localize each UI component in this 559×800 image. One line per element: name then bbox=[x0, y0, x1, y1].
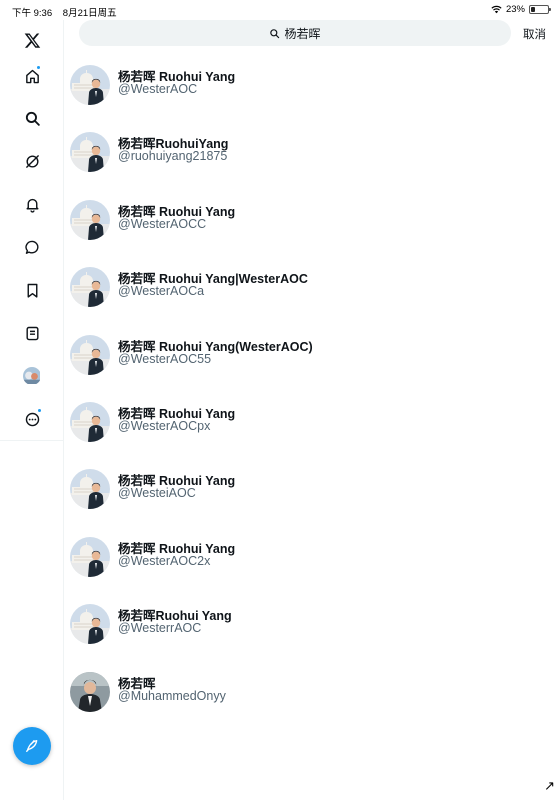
user-handle: @WesterAOC bbox=[118, 82, 198, 96]
lists-icon[interactable] bbox=[16, 317, 48, 349]
search-input[interactable]: 杨若晖 bbox=[79, 20, 511, 46]
user-avatar[interactable] bbox=[70, 267, 110, 308]
battery-icon bbox=[529, 5, 551, 14]
search-result-row[interactable]: 杨若晖 @MuhammedOnyy bbox=[64, 659, 559, 726]
user-handle: @ruohuiyang21875 bbox=[118, 149, 228, 164]
grok-icon[interactable] bbox=[16, 145, 48, 177]
wifi-icon bbox=[491, 5, 502, 14]
user-avatar[interactable] bbox=[70, 469, 110, 510]
compose-button[interactable] bbox=[13, 727, 51, 765]
search-icon bbox=[270, 28, 280, 38]
messages-icon[interactable] bbox=[16, 231, 48, 263]
user-avatar[interactable] bbox=[70, 334, 110, 375]
profile-avatar[interactable] bbox=[16, 360, 48, 392]
search-query: 杨若晖 bbox=[284, 26, 321, 41]
search-result-row[interactable]: 杨若晖 Ruohui Yang @WesterAOCC bbox=[64, 187, 559, 254]
user-handle: @WesterAOCa bbox=[118, 284, 205, 299]
more-notification-dot bbox=[37, 408, 42, 413]
user-handle: @WesterAOC55 bbox=[118, 351, 212, 366]
user-handle: @WesteiAOC bbox=[118, 486, 196, 501]
cancel-button[interactable]: 取消 bbox=[523, 26, 546, 42]
search-result-row[interactable]: 杨若晖 Ruohui Yang @WesterAOC2x bbox=[64, 524, 559, 591]
status-date: 8月21日周五 bbox=[62, 8, 117, 19]
user-avatar[interactable] bbox=[70, 671, 110, 712]
user-handle: @WesterAOCpx bbox=[118, 418, 211, 433]
search-result-row[interactable]: 杨若晖 Ruohui Yang @WesterAOC bbox=[64, 52, 559, 119]
user-handle: @WesterAOC2x bbox=[118, 553, 211, 568]
home-icon[interactable] bbox=[16, 60, 48, 92]
sidebar-divider bbox=[0, 440, 64, 441]
search-result-row[interactable]: 杨若晖RuohuiYang @ruohuiyang21875 bbox=[64, 119, 559, 186]
user-handle: @MuhammedOnyy bbox=[118, 688, 226, 703]
user-avatar[interactable] bbox=[70, 401, 110, 442]
x-logo-icon[interactable] bbox=[16, 24, 48, 56]
home-notification-dot bbox=[36, 65, 41, 70]
user-avatar[interactable] bbox=[70, 65, 110, 105]
search-icon[interactable] bbox=[16, 102, 48, 134]
user-avatar[interactable] bbox=[70, 604, 110, 645]
search-result-row[interactable]: 杨若晖 Ruohui Yang(WesterAOC) @WesterAOC55 bbox=[64, 322, 559, 389]
battery-percent: 23% bbox=[505, 4, 525, 15]
bookmark-icon[interactable] bbox=[16, 274, 48, 306]
user-handle: @WesterAOCC bbox=[118, 216, 207, 231]
status-time: 下午 9:36 bbox=[12, 8, 53, 19]
battery-level bbox=[531, 7, 535, 12]
user-handle: @WesterrAOC bbox=[118, 621, 202, 636]
user-avatar[interactable] bbox=[70, 536, 110, 577]
bell-icon[interactable] bbox=[16, 188, 48, 220]
search-result-row[interactable]: 杨若晖 Ruohui Yang @WesteiAOC bbox=[64, 456, 559, 523]
search-result-row[interactable]: 杨若晖 Ruohui Yang @WesterAOCpx bbox=[64, 389, 559, 456]
more-icon[interactable] bbox=[16, 403, 48, 435]
search-result-row[interactable]: 杨若晖 Ruohui Yang|WesterAOC @WesterAOCa bbox=[64, 254, 559, 321]
pencil-cursor-icon: ↗ bbox=[544, 778, 555, 793]
sidebar-nav bbox=[0, 20, 64, 800]
user-avatar[interactable] bbox=[70, 199, 110, 240]
search-result-row[interactable]: 杨若晖Ruohui Yang @WesterrAOC bbox=[64, 591, 559, 658]
status-bar: 下午 9:36 8月21日周五 23% bbox=[0, 0, 559, 20]
search-results-list: 杨若晖 Ruohui Yang @WesterAOC 杨若晖RuohuiYang @r… bbox=[64, 52, 559, 726]
compose-feather-icon bbox=[26, 740, 38, 752]
user-avatar[interactable] bbox=[70, 132, 110, 173]
